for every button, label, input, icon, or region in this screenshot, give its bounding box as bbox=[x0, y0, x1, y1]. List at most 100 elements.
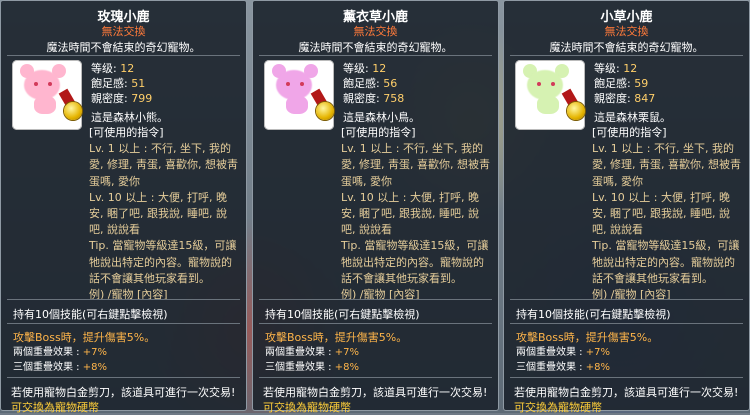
trade-status: 無法交換 bbox=[604, 25, 649, 38]
divider bbox=[259, 299, 492, 300]
command-tip: Tip. 當寵物等級達15級，可讓牠說出特定的內容。寵物說的話不會讓其他玩家看到… bbox=[89, 239, 237, 285]
skill-count: 持有10個技能(可右鍵點擊檢視) bbox=[13, 308, 168, 321]
divider bbox=[7, 299, 240, 300]
command-lv1: Lv. 1 以上 : 不行, 坐下, 我的愛, 修理, 靑蛋, 喜歡你, 想被靑… bbox=[592, 142, 741, 188]
command-list: [可使用的指令] Lv. 1 以上 : 不行, 坐下, 我的愛, 修理, 靑蛋,… bbox=[341, 125, 493, 303]
skill-count: 持有10個技能(可右鍵點擊檢視) bbox=[516, 308, 671, 321]
pet-species: 這是森林小熊。 bbox=[91, 111, 168, 124]
two-stack-value: +7% bbox=[585, 347, 610, 358]
pet-stats: 等级: 12 飽足感: 59 親密度: 847 bbox=[594, 61, 655, 106]
two-stack-label: 兩個重疊效果 : bbox=[516, 347, 583, 358]
pet-image-box bbox=[12, 60, 82, 130]
command-heading: [可使用的指令] bbox=[89, 126, 164, 139]
affinity-value: 799 bbox=[131, 92, 153, 105]
pet-description: 魔法時間不會結束的奇幻寵物。 bbox=[298, 41, 453, 54]
pet-description: 魔法時間不會結束的奇幻寵物。 bbox=[549, 41, 704, 54]
divider bbox=[259, 323, 492, 324]
pet-species: 這是森林小鳥。 bbox=[343, 111, 420, 124]
divider bbox=[510, 299, 743, 300]
gold-medal-icon bbox=[567, 102, 585, 120]
affinity-label: 親密度: bbox=[343, 92, 380, 105]
pet-body bbox=[34, 96, 56, 114]
pet-eye bbox=[286, 82, 290, 86]
hunger-value: 51 bbox=[131, 77, 146, 90]
boss-damage-effect: 攻擊Boss時，提升傷害5%。 bbox=[516, 331, 659, 344]
divider bbox=[259, 55, 492, 56]
divider bbox=[7, 323, 240, 324]
trade-status: 無法交換 bbox=[353, 25, 398, 38]
level-value: 12 bbox=[372, 62, 387, 75]
three-stack-label: 三個重疊效果 : bbox=[13, 362, 80, 373]
command-lv1: Lv. 1 以上 : 不行, 坐下, 我的愛, 修理, 靑蛋, 喜歡你, 想被靑… bbox=[89, 142, 238, 188]
command-tip: Tip. 當寵物等級達15級，可讓牠說出特定的內容。寵物說的話不會讓其他玩家看到… bbox=[592, 239, 740, 285]
level-value: 12 bbox=[120, 62, 135, 75]
skill-count: 持有10個技能(可右鍵點擊檢視) bbox=[265, 308, 420, 321]
scissors-note: 若使用寵物白金剪刀，該道具可進行一次交易! bbox=[11, 386, 236, 399]
three-stack-label: 三個重疊效果 : bbox=[516, 362, 583, 373]
affinity-label: 親密度: bbox=[91, 92, 128, 105]
hunger-value: 59 bbox=[634, 77, 649, 90]
set-effects: 攻擊Boss時，提升傷害5%。 兩個重疊效果 : +7% 三個重疊效果 : +8… bbox=[13, 330, 155, 375]
pet-stats: 等级: 12 飽足感: 56 親密度: 758 bbox=[343, 61, 404, 106]
pet-stats: 等级: 12 飽足感: 51 親密度: 799 bbox=[91, 61, 152, 106]
three-stack-label: 三個重疊效果 : bbox=[265, 362, 332, 373]
command-lv10: Lv. 10 以上 : 大便, 打呼, 晚安, 睏了吧, 跟我說, 睡吧, 說吧… bbox=[341, 190, 479, 237]
gold-medal-icon bbox=[64, 102, 82, 120]
command-lv10: Lv. 10 以上 : 大便, 打呼, 晚安, 睏了吧, 跟我說, 睡吧, 說吧… bbox=[89, 190, 227, 237]
three-stack-value: +8% bbox=[334, 362, 359, 373]
command-heading: [可使用的指令] bbox=[341, 126, 416, 139]
hunger-label: 飽足感: bbox=[594, 77, 631, 90]
two-stack-value: +7% bbox=[82, 347, 107, 358]
three-stack-value: +8% bbox=[585, 362, 610, 373]
pet-eye bbox=[537, 82, 541, 86]
set-effects: 攻擊Boss時，提升傷害5%。 兩個重疊效果 : +7% 三個重疊效果 : +8… bbox=[516, 330, 658, 375]
pet-image-box bbox=[515, 60, 585, 130]
pet-tooltip-card: 玫瑰小鹿 無法交換 魔法時間不會結束的奇幻寵物。 等级: 12 飽足感: 51 … bbox=[0, 0, 247, 414]
two-stack-label: 兩個重疊效果 : bbox=[13, 347, 80, 358]
three-stack-value: +8% bbox=[82, 362, 107, 373]
pet-eye bbox=[48, 82, 52, 86]
hunger-value: 56 bbox=[383, 77, 398, 90]
command-tip: Tip. 當寵物等級達15級，可讓牠說出特定的內容。寵物說的話不會讓其他玩家看到… bbox=[341, 239, 489, 285]
command-lv10: Lv. 10 以上 : 大便, 打呼, 晚安, 睏了吧, 跟我說, 睡吧, 說吧… bbox=[592, 190, 730, 237]
pet-body bbox=[537, 96, 559, 114]
pet-tooltip-card: 小草小鹿 無法交換 魔法時間不會結束的奇幻寵物。 等级: 12 飽足感: 59 … bbox=[503, 0, 750, 414]
two-stack-value: +7% bbox=[334, 347, 359, 358]
command-heading: [可使用的指令] bbox=[592, 126, 667, 139]
command-list: [可使用的指令] Lv. 1 以上 : 不行, 坐下, 我的愛, 修理, 靑蛋,… bbox=[592, 125, 744, 303]
command-list: [可使用的指令] Lv. 1 以上 : 不行, 坐下, 我的愛, 修理, 靑蛋,… bbox=[89, 125, 241, 303]
level-label: 等级: bbox=[343, 62, 369, 75]
pet-description: 魔法時間不會結束的奇幻寵物。 bbox=[46, 41, 201, 54]
command-lv1: Lv. 1 以上 : 不行, 坐下, 我的愛, 修理, 靑蛋, 喜歡你, 想被靑… bbox=[341, 142, 490, 188]
divider bbox=[510, 55, 743, 56]
affinity-value: 847 bbox=[634, 92, 656, 105]
pet-eye bbox=[551, 82, 555, 86]
hunger-label: 飽足感: bbox=[91, 77, 128, 90]
pet-eye bbox=[300, 82, 304, 86]
scissors-note: 若使用寵物白金剪刀，該道具可進行一次交易! bbox=[514, 386, 739, 399]
command-example: 例) /寵物 [內容] bbox=[89, 288, 168, 302]
divider bbox=[7, 377, 240, 378]
command-example: 例) /寵物 [內容] bbox=[341, 288, 420, 302]
level-label: 等级: bbox=[91, 62, 117, 75]
pet-species: 這是森林栗鼠。 bbox=[594, 111, 671, 124]
pet-image-box bbox=[264, 60, 334, 130]
trade-status: 無法交換 bbox=[101, 25, 146, 38]
scissors-note: 若使用寵物白金剪刀，該道具可進行一次交易! bbox=[263, 386, 488, 399]
two-stack-label: 兩個重疊效果 : bbox=[265, 347, 332, 358]
divider bbox=[7, 55, 240, 56]
boss-damage-effect: 攻擊Boss時，提升傷害5%。 bbox=[265, 331, 408, 344]
level-value: 12 bbox=[623, 62, 638, 75]
set-effects: 攻擊Boss時，提升傷害5%。 兩個重疊效果 : +7% 三個重疊效果 : +8… bbox=[265, 330, 407, 375]
boss-damage-effect: 攻擊Boss時，提升傷害5%。 bbox=[13, 331, 156, 344]
pet-tooltip-card: 薰衣草小鹿 無法交換 魔法時間不會結束的奇幻寵物。 等级: 12 飽足感: 56… bbox=[252, 0, 499, 414]
command-example: 例) /寵物 [內容] bbox=[592, 288, 671, 302]
pet-body bbox=[286, 96, 308, 114]
affinity-label: 親密度: bbox=[594, 92, 631, 105]
pet-eye bbox=[34, 82, 38, 86]
affinity-value: 758 bbox=[383, 92, 405, 105]
gold-medal-icon bbox=[316, 102, 334, 120]
hunger-label: 飽足感: bbox=[343, 77, 380, 90]
divider bbox=[510, 377, 743, 378]
divider bbox=[510, 323, 743, 324]
